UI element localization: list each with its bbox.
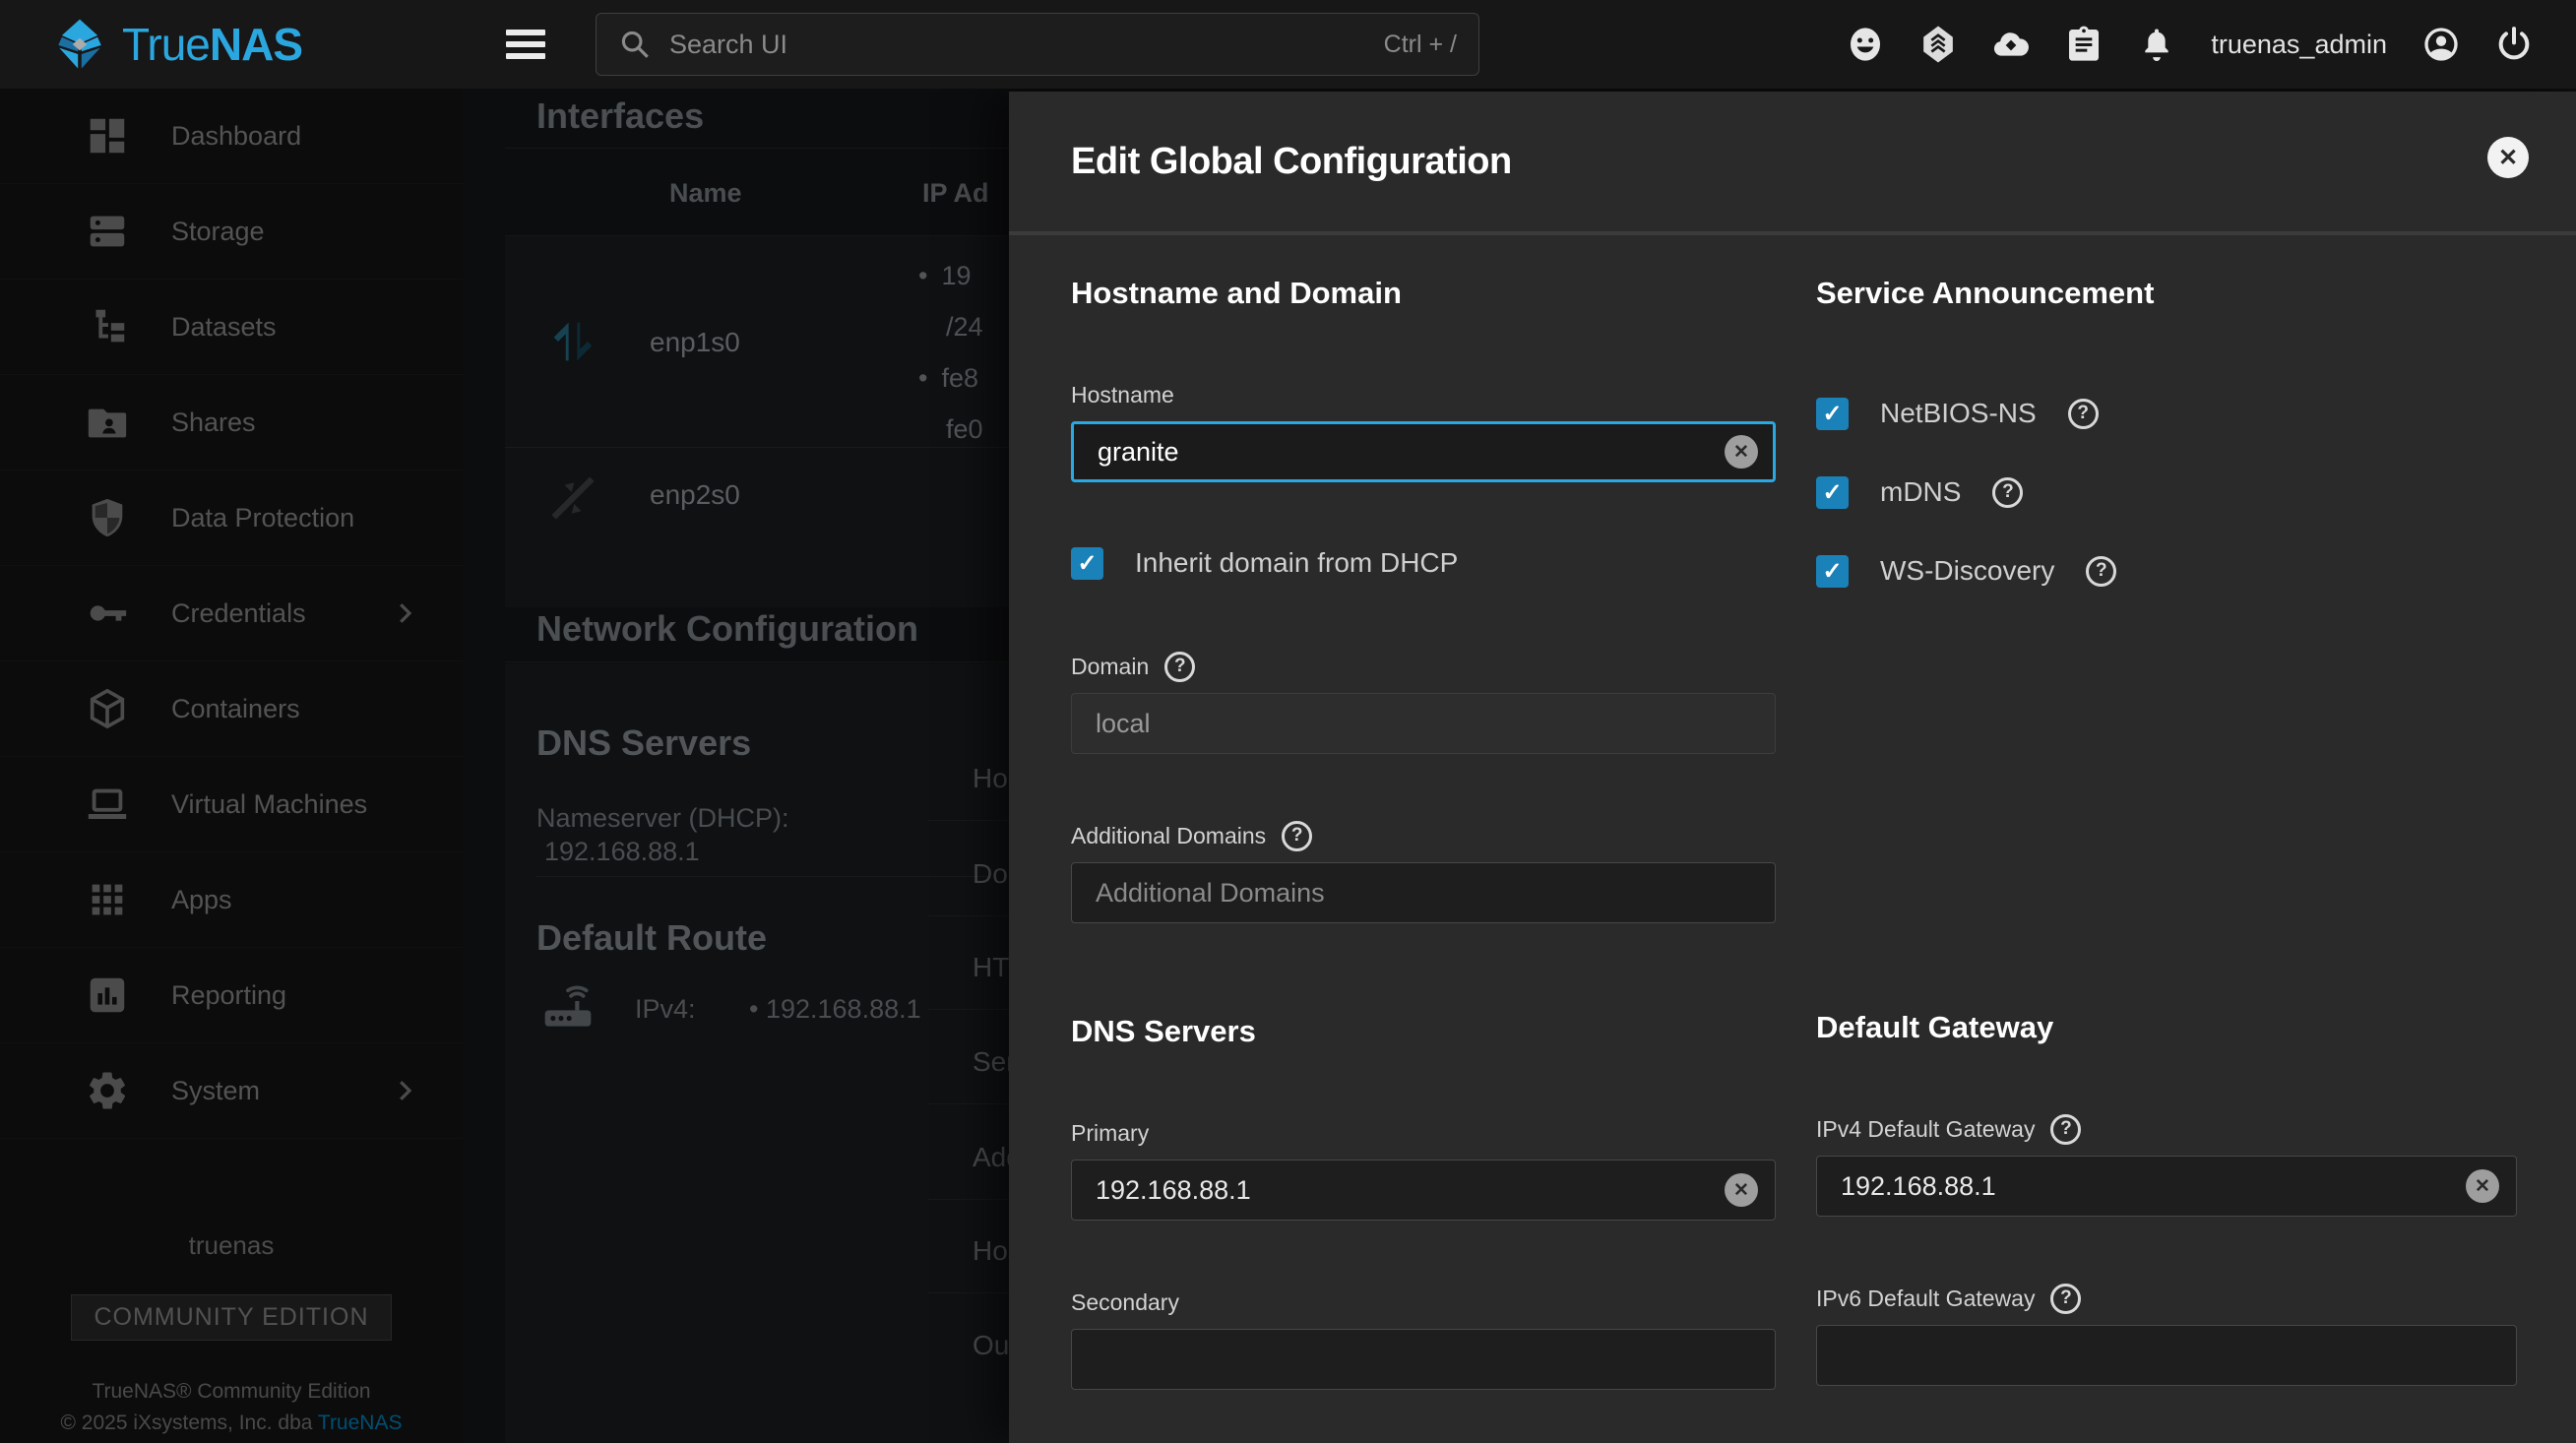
username-label[interactable]: truenas_admin [2211,30,2387,60]
domain-field-wrap [1071,693,1776,754]
truenas-wordmark: TrueNAS [122,18,302,71]
search-icon [618,28,652,61]
topbar: TrueNAS Ctrl + / truenas_admin [0,0,2576,89]
help-icon[interactable]: ? [2086,556,2116,587]
clear-input-icon[interactable]: ✕ [2466,1169,2499,1203]
hostname-input[interactable] [1071,421,1776,482]
ipv6-gateway-label-text: IPv6 Default Gateway [1816,1286,2035,1312]
ws-discovery-checkbox-row[interactable]: ✓ WS-Discovery ? [1816,549,2517,593]
clear-input-icon[interactable]: ✕ [1725,1173,1758,1207]
ipv4-gateway-label: IPv4 Default Gateway? [1816,1116,2517,1142]
clear-input-icon[interactable]: ✕ [1725,435,1758,469]
user-avatar-icon[interactable] [2419,22,2464,67]
help-icon[interactable]: ? [1282,821,1312,851]
hostname-label: Hostname [1071,382,1776,408]
feedback-smiley-icon[interactable] [1843,22,1888,67]
secondary-dns-input[interactable] [1071,1329,1776,1390]
checkbox-checked-icon[interactable]: ✓ [1071,547,1103,580]
ws-discovery-label: WS-Discovery [1880,555,2054,587]
hostname-domain-section-title: Hostname and Domain [1071,274,1776,313]
checkbox-checked-icon[interactable]: ✓ [1816,398,1849,430]
mdns-label: mDNS [1880,476,1961,508]
truenas-logo[interactable]: TrueNAS [51,0,302,89]
netbios-checkbox-row[interactable]: ✓ NetBIOS-NS ? [1816,392,2517,435]
ipv4-gateway-input[interactable] [1816,1156,2517,1217]
domain-label-text: Domain [1071,654,1149,680]
modal-left-column: Hostname and Domain Hostname ✕ ✓ Inherit… [1071,236,1776,1390]
ipv6-gateway-input[interactable] [1816,1325,2517,1386]
checkbox-checked-icon[interactable]: ✓ [1816,555,1849,588]
search-shortcut: Ctrl + / [1384,31,1457,59]
help-icon[interactable]: ? [1992,477,2023,508]
ipv6-gateway-field-wrap [1816,1325,2517,1386]
modal-title: Edit Global Configuration [1071,141,1512,183]
notifications-bell-icon[interactable] [2134,22,2179,67]
ix-cloud-icon[interactable] [1988,22,2034,67]
help-icon[interactable]: ? [2050,1284,2081,1314]
modal-right-column: Service Announcement ✓ NetBIOS-NS ? ✓ mD… [1816,236,2517,1386]
inherit-domain-checkbox-row[interactable]: ✓ Inherit domain from DHCP [1071,541,1776,585]
domain-input [1071,693,1776,754]
default-gateway-section-title: Default Gateway [1816,1008,2517,1047]
additional-domains-label-text: Additional Domains [1071,823,1266,849]
netbios-label: NetBIOS-NS [1880,398,2037,429]
help-icon[interactable]: ? [2050,1114,2081,1145]
ipv6-gateway-label: IPv6 Default Gateway? [1816,1286,2517,1311]
truenas-app: Interfaces Name IP Ad enp1s0 •19 /24 •fe… [0,0,2576,1443]
secondary-dns-label-text: Secondary [1071,1289,1179,1316]
additional-domains-input[interactable] [1071,862,1776,923]
primary-dns-label: Primary [1071,1120,1776,1146]
jobs-clipboard-icon[interactable] [2061,22,2106,67]
search-input[interactable] [669,30,1366,60]
primary-dns-label-text: Primary [1071,1120,1149,1147]
modal-header: Edit Global Configuration ✕ [1009,92,2576,235]
primary-dns-input[interactable] [1071,1160,1776,1221]
brand-true: True [122,19,210,70]
help-icon[interactable]: ? [1164,652,1195,682]
truenas-logo-icon [51,16,108,73]
hostname-field-wrap: ✕ [1071,421,1776,482]
close-icon[interactable]: ✕ [2487,137,2529,178]
edit-global-configuration-modal: Edit Global Configuration ✕ Hostname and… [1009,92,2576,1443]
hostname-label-text: Hostname [1071,382,1174,408]
inherit-domain-label: Inherit domain from DHCP [1135,547,1458,579]
additional-domains-field-wrap [1071,862,1776,923]
service-announcement-section-title: Service Announcement [1816,274,2517,313]
ipv4-gateway-field-wrap: ✕ [1816,1156,2517,1217]
secondary-dns-field-wrap [1071,1329,1776,1390]
dns-servers-section-title: DNS Servers [1071,1012,1776,1051]
ipv4-gateway-label-text: IPv4 Default Gateway [1816,1116,2035,1143]
additional-domains-label: Additional Domains? [1071,823,1776,848]
topbar-actions: truenas_admin [1843,0,2576,89]
primary-dns-field-wrap: ✕ [1071,1160,1776,1221]
checkbox-checked-icon[interactable]: ✓ [1816,476,1849,509]
truecommand-icon[interactable] [1916,22,1961,67]
search-bar[interactable]: Ctrl + / [596,13,1479,76]
mdns-checkbox-row[interactable]: ✓ mDNS ? [1816,471,2517,514]
menu-toggle-button[interactable] [506,26,545,63]
brand-nas: NAS [210,19,302,70]
secondary-dns-label: Secondary [1071,1289,1776,1315]
help-icon[interactable]: ? [2068,399,2099,429]
domain-label: Domain? [1071,654,1776,679]
power-icon[interactable] [2491,22,2537,67]
